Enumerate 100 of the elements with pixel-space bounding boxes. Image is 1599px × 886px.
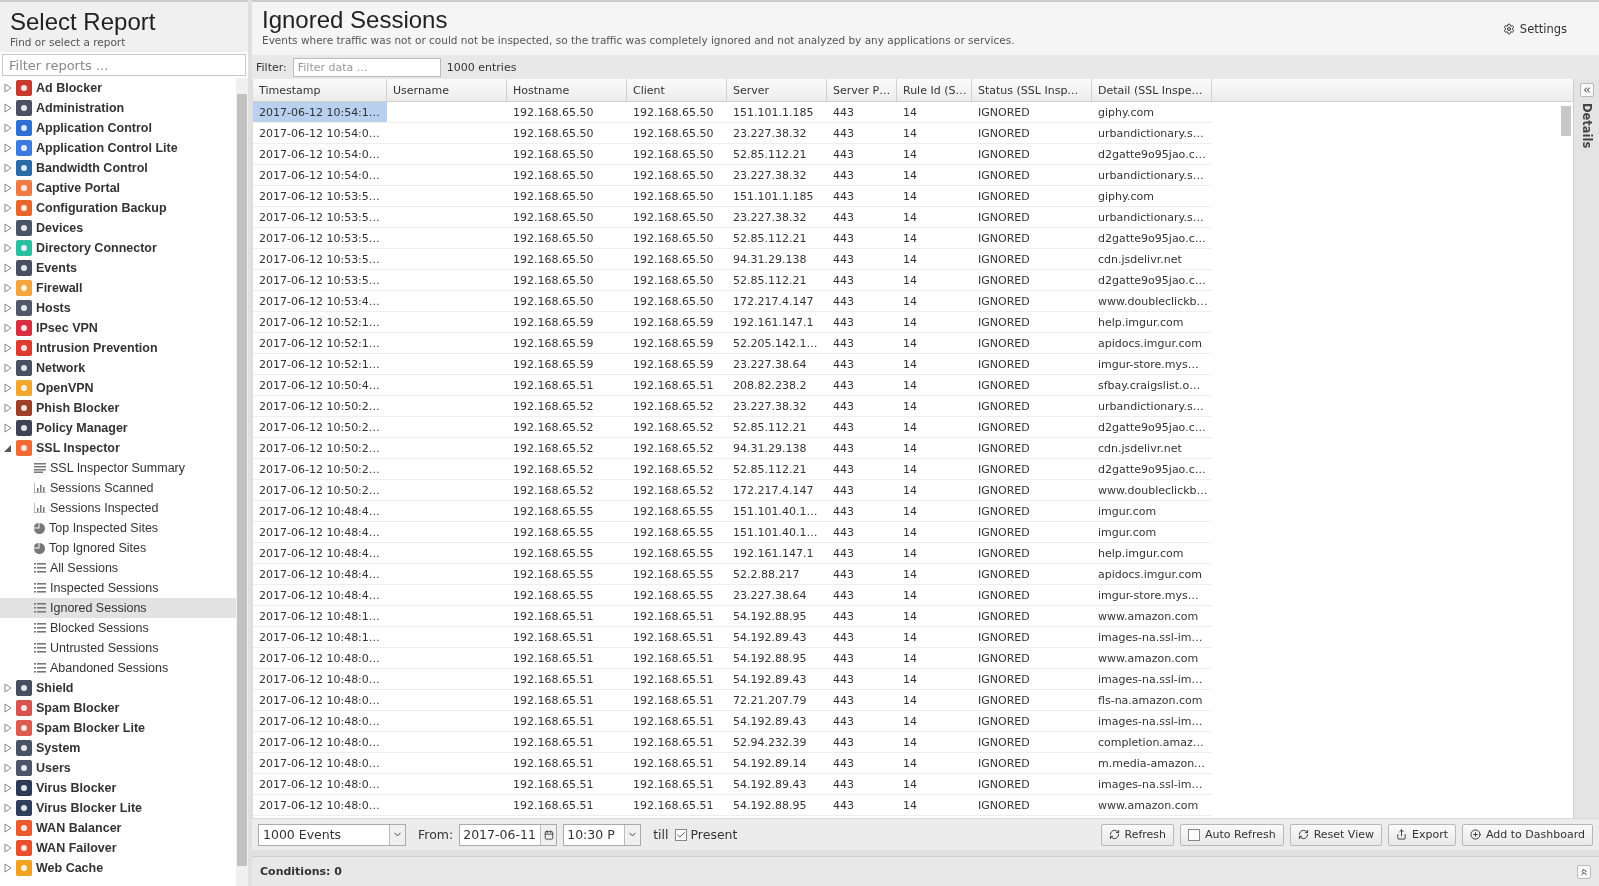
tree-item[interactable]: Sessions Inspected	[0, 498, 236, 518]
expand-triangle-icon[interactable]	[4, 163, 12, 173]
expand-triangle-icon[interactable]	[4, 183, 12, 193]
table-cell: 192.168.65.50	[627, 249, 727, 270]
column-header[interactable]: Username	[387, 79, 507, 101]
tree-item[interactable]: All Sessions	[0, 558, 236, 578]
toolbar-button[interactable]: Export	[1387, 823, 1456, 846]
expand-triangle-icon[interactable]	[4, 103, 12, 113]
tree-item[interactable]: SSL Inspector Summary	[0, 458, 236, 478]
tree-item[interactable]: Bandwidth Control	[0, 158, 236, 178]
collapse-triangle-icon[interactable]	[4, 443, 12, 453]
tree-item[interactable]: IPsec VPN	[0, 318, 236, 338]
tree-item[interactable]: System	[0, 738, 236, 758]
tree-item[interactable]: Policy Manager	[0, 418, 236, 438]
tree-item[interactable]: SSL Inspector	[0, 438, 236, 458]
date-field[interactable]: 2017-06-11	[459, 823, 558, 846]
table-cell: 192.168.65.50	[627, 165, 727, 186]
expand-triangle-icon[interactable]	[4, 343, 12, 353]
tree-item[interactable]: Inspected Sessions	[0, 578, 236, 598]
expand-triangle-icon[interactable]	[4, 783, 12, 793]
tree-item[interactable]: Application Control	[0, 118, 236, 138]
toolbar-button[interactable]: Refresh	[1100, 823, 1175, 846]
toolbar-button[interactable]: Auto Refresh	[1180, 823, 1284, 846]
table-cell: 192.168.65.52	[627, 417, 727, 438]
tree-item[interactable]: Captive Portal	[0, 178, 236, 198]
filter-reports-field[interactable]: Filter reports ...	[2, 54, 246, 76]
expand-triangle-icon[interactable]	[4, 323, 12, 333]
tree-item[interactable]: Top Ignored Sites	[0, 538, 236, 558]
toolbar-button[interactable]: Add to Dashboard	[1462, 823, 1593, 846]
tree-item[interactable]: WAN Balancer	[0, 818, 236, 838]
expand-triangle-icon[interactable]	[4, 423, 12, 433]
expand-triangle-icon[interactable]	[4, 803, 12, 813]
tree-item[interactable]: Spam Blocker Lite	[0, 718, 236, 738]
column-header[interactable]: Detail (SSL Inspe…	[1092, 79, 1212, 101]
tree-item[interactable]: Intrusion Prevention	[0, 338, 236, 358]
tree-item[interactable]: Directory Connector	[0, 238, 236, 258]
expand-button[interactable]	[1579, 83, 1594, 97]
expand-triangle-icon[interactable]	[4, 703, 12, 713]
scrollbar[interactable]	[236, 78, 248, 886]
expand-triangle-icon[interactable]	[4, 123, 12, 133]
expand-triangle-icon[interactable]	[4, 263, 12, 273]
checkbox[interactable]	[1188, 828, 1201, 841]
column-header[interactable]: Timestamp	[253, 79, 387, 101]
tree-item[interactable]: Configuration Backup	[0, 198, 236, 218]
tree-item[interactable]: Sessions Scanned	[0, 478, 236, 498]
tree-item[interactable]: Phish Blocker	[0, 398, 236, 418]
tree-item[interactable]: Web Cache	[0, 858, 236, 878]
tree-item[interactable]: Spam Blocker	[0, 698, 236, 718]
expand-triangle-icon[interactable]	[4, 243, 12, 253]
tree-item[interactable]: OpenVPN	[0, 378, 236, 398]
tree-item[interactable]: Administration	[0, 98, 236, 118]
column-header[interactable]: Client	[627, 79, 727, 101]
present-checkbox[interactable]	[674, 828, 687, 841]
expand-triangle-icon[interactable]	[4, 683, 12, 693]
tree-item[interactable]: Firewall	[0, 278, 236, 298]
expand-triangle-icon[interactable]	[4, 363, 12, 373]
tree-item[interactable]: Users	[0, 758, 236, 778]
expand-triangle-icon[interactable]	[4, 143, 12, 153]
tree-item[interactable]: Virus Blocker Lite	[0, 798, 236, 818]
tree-item[interactable]: Hosts	[0, 298, 236, 318]
tree-item[interactable]: Ad Blocker	[0, 78, 236, 98]
expand-triangle-icon[interactable]	[4, 863, 12, 873]
tree-item[interactable]: Ignored Sessions	[0, 598, 236, 618]
column-header[interactable]: Hostname	[507, 79, 627, 101]
tree-item[interactable]: Network	[0, 358, 236, 378]
expand-triangle-icon[interactable]	[4, 383, 12, 393]
filter-data-field[interactable]: Filter data ...	[292, 57, 441, 77]
tree-item[interactable]: Events	[0, 258, 236, 278]
expand-triangle-icon[interactable]	[4, 203, 12, 213]
expand-triangle-icon[interactable]	[4, 723, 12, 733]
tree-item[interactable]: Abandoned Sessions	[0, 658, 236, 678]
expand-triangle-icon[interactable]	[4, 763, 12, 773]
time-field[interactable]: 10:30 P	[563, 823, 642, 846]
table-cell: 192.168.65.50	[507, 270, 627, 291]
expand-button[interactable]	[1577, 864, 1591, 879]
tree-item[interactable]: Virus Blocker	[0, 778, 236, 798]
details-tab[interactable]: Details	[1579, 103, 1594, 149]
expand-triangle-icon[interactable]	[4, 303, 12, 313]
expand-triangle-icon[interactable]	[4, 743, 12, 753]
tree-item[interactable]: WAN Failover	[0, 838, 236, 858]
tree-item[interactable]: Untrusted Sessions	[0, 638, 236, 658]
table-cell: 443	[827, 501, 897, 522]
expand-triangle-icon[interactable]	[4, 403, 12, 413]
events-select[interactable]: 1000 Events	[258, 823, 406, 846]
expand-triangle-icon[interactable]	[4, 843, 12, 853]
expand-triangle-icon[interactable]	[4, 223, 12, 233]
expand-triangle-icon[interactable]	[4, 83, 12, 93]
column-header[interactable]: Server P…	[827, 79, 897, 101]
expand-triangle-icon[interactable]	[4, 283, 12, 293]
tree-item[interactable]: Shield	[0, 678, 236, 698]
column-header[interactable]: Status (SSL Insp…	[972, 79, 1092, 101]
tree-item[interactable]: Top Inspected Sites	[0, 518, 236, 538]
tree-item[interactable]: Blocked Sessions	[0, 618, 236, 638]
settings-button[interactable]: Settings	[1496, 20, 1573, 37]
expand-triangle-icon[interactable]	[4, 823, 12, 833]
column-header[interactable]: Server	[727, 79, 827, 101]
tree-item[interactable]: Devices	[0, 218, 236, 238]
column-header[interactable]: Rule Id (S…	[897, 79, 972, 101]
tree-item[interactable]: Application Control Lite	[0, 138, 236, 158]
toolbar-button[interactable]: Reset View	[1289, 823, 1382, 846]
